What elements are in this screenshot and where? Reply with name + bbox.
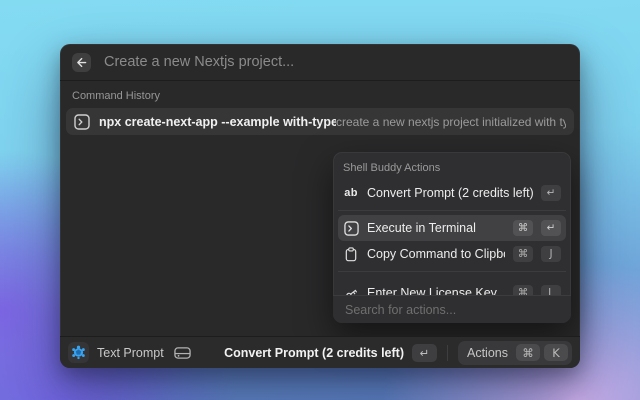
history-description: create a new nextjs project initialized … bbox=[336, 115, 566, 129]
action-item-copy-command[interactable]: Copy Command to Clipboard ⌘ J bbox=[338, 241, 566, 267]
action-item-execute-in-terminal[interactable]: Execute in Terminal ⌘ ↵ bbox=[338, 215, 566, 241]
j-key-badge: J bbox=[541, 246, 561, 262]
command-history-section-label: Command History bbox=[72, 90, 568, 102]
back-button[interactable] bbox=[72, 53, 91, 72]
return-key-badge: ↵ bbox=[412, 344, 437, 362]
command-key-badge: ⌘ bbox=[516, 344, 540, 361]
return-key-badge: ↵ bbox=[541, 220, 561, 236]
terminal-icon bbox=[74, 114, 90, 130]
back-arrow-icon bbox=[76, 57, 87, 68]
history-row[interactable]: npx create-next-app --example with-types… bbox=[66, 108, 574, 135]
return-key-badge: ↵ bbox=[541, 185, 561, 201]
footer-bar: Text Prompt Convert Prompt (2 credits le… bbox=[60, 336, 580, 368]
terminal-icon bbox=[343, 221, 359, 236]
panel-divider bbox=[338, 271, 566, 272]
command-key-badge: ⌘ bbox=[513, 220, 533, 236]
history-command: npx create-next-app --example with-types… bbox=[99, 115, 336, 129]
footer-separator bbox=[447, 345, 448, 361]
footer-primary-action[interactable]: Convert Prompt (2 credits left) bbox=[224, 346, 404, 360]
titlebar bbox=[60, 44, 580, 81]
footer-app-label: Text Prompt bbox=[97, 346, 164, 360]
footer-right-group: Convert Prompt (2 credits left) ↵ Action… bbox=[224, 341, 572, 365]
text-format-icon: ab bbox=[343, 187, 359, 199]
actions-panel-header: Shell Buddy Actions bbox=[333, 152, 571, 180]
actions-search-bar bbox=[333, 295, 571, 323]
shell-buddy-logo-icon[interactable] bbox=[68, 342, 89, 363]
drive-icon[interactable] bbox=[174, 346, 191, 360]
desktop-background: Command History npx create-next-app --ex… bbox=[0, 0, 640, 400]
command-search-input[interactable] bbox=[102, 53, 568, 71]
panel-divider bbox=[338, 210, 566, 211]
shell-buddy-window: Command History npx create-next-app --ex… bbox=[60, 44, 580, 368]
k-key-badge: K bbox=[544, 344, 568, 361]
clipboard-icon bbox=[343, 247, 359, 262]
action-item-convert-prompt[interactable]: ab Convert Prompt (2 credits left) ↵ bbox=[338, 180, 566, 206]
actions-panel: Shell Buddy Actions ab Convert Prompt (2… bbox=[333, 152, 571, 323]
command-key-badge: ⌘ bbox=[513, 246, 533, 262]
actions-menu-button[interactable]: Actions ⌘ K bbox=[458, 341, 572, 365]
actions-search-input[interactable] bbox=[343, 302, 561, 318]
